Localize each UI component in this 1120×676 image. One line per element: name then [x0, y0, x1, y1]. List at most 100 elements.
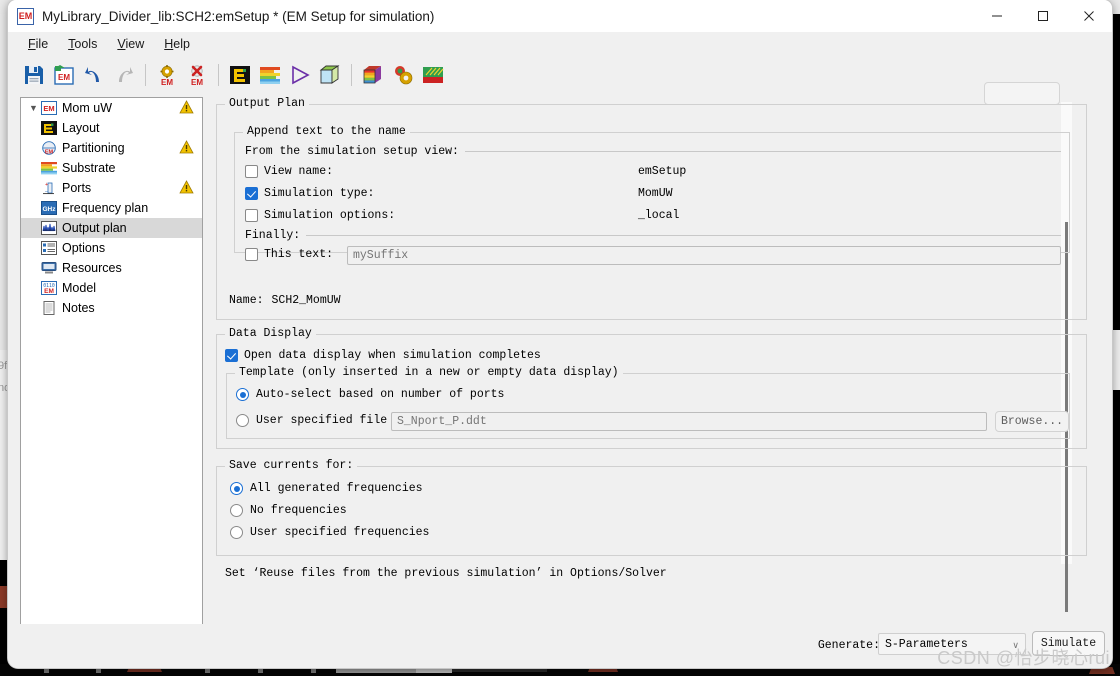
all-frequencies-option[interactable]: All generated frequencies	[230, 482, 423, 495]
save-icon[interactable]	[20, 61, 48, 89]
sidebar-item-label: Layout	[62, 121, 100, 135]
simulation-options-label: Simulation options:	[264, 209, 396, 222]
user-file-option[interactable]: User specified file	[236, 414, 387, 427]
sidebar-item-options[interactable]: Options	[21, 238, 202, 258]
svg-text:EM: EM	[43, 104, 54, 113]
from-view-separator-line	[465, 151, 1061, 152]
menu-help[interactable]: Help	[154, 34, 200, 54]
bg-text-fragment: 9f	[0, 360, 8, 372]
chevron-down-icon[interactable]: ∨	[1012, 640, 1019, 651]
bg-taskbar-dot-3	[205, 668, 210, 673]
name-label: Name:	[229, 294, 264, 307]
notes-icon	[40, 300, 57, 316]
scrolled-out-button[interactable]	[984, 82, 1060, 105]
maximize-button[interactable]	[1020, 0, 1066, 32]
sidebar-item-frequency-plan[interactable]: GHz Frequency plan	[21, 198, 202, 218]
substrate-icon[interactable]	[256, 61, 284, 89]
sidebar-item-label: Output plan	[62, 221, 127, 235]
sidebar-item-ports[interactable]: + – Ports	[21, 178, 202, 198]
sidebar-item-resources[interactable]: Resources	[21, 258, 202, 278]
output-plan-icon	[40, 220, 57, 236]
view-name-checkbox[interactable]	[245, 165, 258, 178]
user-file-label: User specified file	[256, 414, 388, 427]
append-text-group: Append text to the name From the simulat…	[234, 125, 1070, 265]
sidebar-item-layout[interactable]: Layout	[21, 118, 202, 138]
sidebar-item-partitioning[interactable]: EM Partitioning	[21, 138, 202, 158]
toolbar-separator-3	[351, 64, 352, 86]
this-text-row[interactable]: This text:	[245, 248, 333, 261]
em-settings-icon[interactable]: EM	[153, 61, 181, 89]
browse-button[interactable]: Browse...	[995, 411, 1069, 432]
user-file-input[interactable]	[391, 412, 987, 431]
simulation-type-row[interactable]: Simulation type:	[245, 187, 374, 200]
simulate-play-icon[interactable]	[286, 61, 314, 89]
svg-text:EM: EM	[44, 150, 53, 156]
svg-text:EM: EM	[161, 78, 173, 86]
em-icon: EM	[40, 100, 57, 116]
menu-view[interactable]: View	[107, 34, 154, 54]
user-frequencies-option[interactable]: User specified frequencies	[230, 526, 429, 539]
3d-em-preview-icon[interactable]	[359, 61, 387, 89]
sidebar-item-model[interactable]: 0110 EM Model	[21, 278, 202, 298]
no-frequencies-radio[interactable]	[230, 504, 243, 517]
bg-window-right	[1112, 330, 1120, 390]
menu-tools[interactable]: Tools	[58, 34, 107, 54]
reuse-files-hint: Set ‘Reuse files from the previous simul…	[225, 567, 667, 580]
template-group-label: Template (only inserted in a new or empt…	[235, 366, 623, 379]
sidebar-item-label: Substrate	[62, 161, 116, 175]
warning-icon	[179, 140, 194, 157]
em-cosimulation-icon[interactable]	[389, 61, 417, 89]
simulation-type-value: MomUW	[638, 187, 673, 200]
user-file-radio[interactable]	[236, 414, 249, 427]
current-visualization-icon[interactable]	[419, 61, 447, 89]
tree-node-mom-uw[interactable]: ▼ EM Mom uW	[21, 98, 202, 118]
output-plan-pane: Output Plan Append text to the name From…	[212, 82, 1100, 624]
finally-label: Finally:	[245, 229, 307, 242]
save-currents-group: Save currents for: All generated frequen…	[216, 459, 1087, 556]
all-frequencies-label: All generated frequencies	[250, 482, 423, 495]
generate-combobox[interactable]: S-Parameters ∨	[878, 633, 1026, 655]
output-plan-group-label: Output Plan	[225, 97, 309, 110]
tree-node-label: Mom uW	[62, 101, 112, 115]
no-frequencies-label: No frequencies	[250, 504, 347, 517]
em-delete-icon[interactable]: EM	[183, 61, 211, 89]
open-data-display-row[interactable]: Open data display when simulation comple…	[225, 349, 541, 362]
simulate-button[interactable]: Simulate	[1032, 631, 1105, 656]
setup-tree[interactable]: ▼ EM Mom uW Layout EM Partitioning Subst…	[20, 97, 203, 626]
sidebar-item-label: Ports	[62, 181, 92, 195]
view-name-value: emSetup	[638, 165, 687, 178]
3d-view-icon[interactable]	[316, 61, 344, 89]
auto-select-radio[interactable]	[236, 388, 249, 401]
auto-select-option[interactable]: Auto-select based on number of ports	[236, 388, 504, 401]
sidebar-item-label: Model	[62, 281, 97, 295]
sidebar-item-notes[interactable]: Notes	[21, 298, 202, 318]
sidebar-item-substrate[interactable]: Substrate	[21, 158, 202, 178]
title-bar: MyLibrary_Divider_lib:SCH2:emSetup * (EM…	[8, 0, 1112, 32]
close-button[interactable]	[1066, 0, 1112, 32]
simulation-type-checkbox[interactable]	[245, 187, 258, 200]
this-text-checkbox[interactable]	[245, 248, 258, 261]
undo-icon[interactable]	[80, 61, 108, 89]
sidebar-item-output-plan[interactable]: Output plan	[21, 218, 202, 238]
simulation-options-row[interactable]: Simulation options:	[245, 209, 395, 222]
save-em-setup-icon[interactable]: EM	[50, 61, 78, 89]
view-name-row[interactable]: View name:	[245, 165, 333, 178]
menu-file[interactable]: File	[18, 34, 58, 54]
no-frequencies-option[interactable]: No frequencies	[230, 504, 347, 517]
minimize-button[interactable]	[974, 0, 1020, 32]
view-name-label: View name:	[264, 165, 334, 178]
user-frequencies-radio[interactable]	[230, 526, 243, 539]
menu-file-label: ile	[35, 37, 49, 51]
redo-icon[interactable]	[110, 61, 138, 89]
bottom-bar: Generate: S-Parameters ∨ Simulate	[8, 624, 1112, 668]
all-frequencies-radio[interactable]	[230, 482, 243, 495]
chevron-down-icon[interactable]: ▼	[27, 103, 40, 113]
simulation-options-checkbox[interactable]	[245, 209, 258, 222]
partitioning-icon: EM	[40, 140, 57, 156]
em-icon	[17, 7, 34, 25]
open-data-display-checkbox[interactable]	[225, 349, 238, 362]
this-text-input[interactable]	[347, 246, 1061, 265]
layout-icon[interactable]	[226, 61, 254, 89]
output-plan-group: Output Plan Append text to the name From…	[216, 97, 1087, 320]
options-icon	[40, 240, 57, 256]
